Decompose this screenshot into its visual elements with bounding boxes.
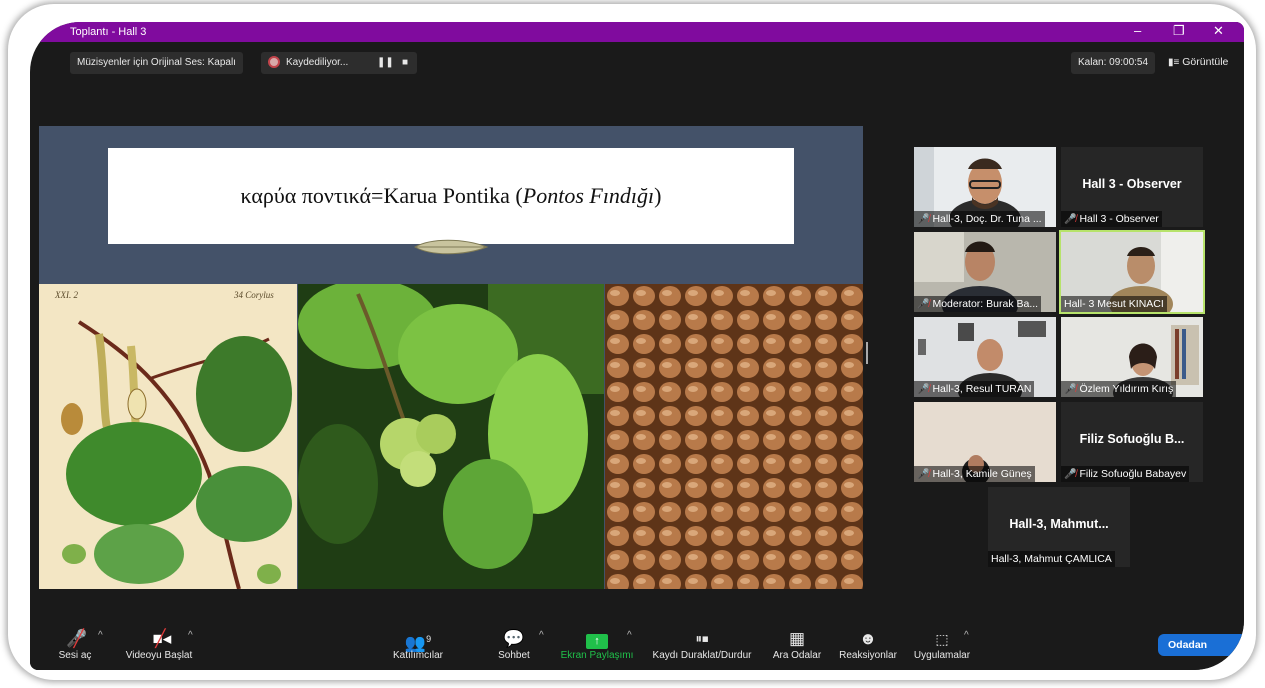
time-left-label: Kalan: 09:00:54 [1071, 52, 1156, 74]
leaf-ornament [413, 239, 489, 255]
chat-button[interactable]: 💬 Sohbet [491, 628, 537, 661]
breakout-rooms-icon: ▦ [788, 629, 806, 648]
plate-number: XXI. 2 [54, 290, 78, 300]
share-screen-label: Ekran Paylaşımı [560, 650, 634, 661]
slide-title-italic: Pontos Fındığı [522, 183, 655, 208]
participant-tile[interactable]: Hall-3, Mahmut... Hall-3, Mahmut ÇAMLICA [988, 487, 1130, 567]
shared-screen-slide: καρύα ποντικά=Karua Pontika (Pontos Fınd… [39, 126, 863, 589]
participant-tile-active-speaker[interactable]: Hall- 3 Mesut KINACI [1061, 232, 1203, 312]
participants-button[interactable]: 👥9 Katılımcılar [385, 628, 451, 661]
participant-tile[interactable]: Hall 3 - Observer 🎤̸ Hall 3 - Observer [1061, 147, 1203, 227]
split-resize-handle[interactable] [866, 342, 868, 364]
participant-tile[interactable]: 🎤̸ Moderator: Burak Ba... [914, 232, 1056, 312]
view-icon: ▮≡ [1168, 57, 1180, 68]
breakout-rooms-button[interactable]: ▦ Ara Odalar [770, 628, 824, 661]
mic-muted-icon: 🎤̸ [917, 214, 930, 225]
pause-stop-recording-label: Kaydı Duraklat/Durdur [652, 650, 752, 661]
slide-title-end: ) [654, 183, 662, 208]
video-options-caret-icon[interactable]: ^ [188, 630, 193, 641]
mic-muted-icon: 🎤̸ [1064, 469, 1077, 480]
participant-name: Hall- 3 Mesut KINACI [1064, 298, 1164, 310]
hazelnuts-pattern [605, 284, 863, 589]
reactions-label: Reaksiyonlar [839, 650, 897, 661]
share-screen-button[interactable]: ↑ Ekran Paylaşımı [558, 628, 636, 661]
participant-name: Hall 3 - Observer [1079, 213, 1159, 225]
chat-label: Sohbet [498, 650, 530, 661]
slide-title-box: καρύα ποντικά=Karua Pontika (Pontos Fınd… [108, 148, 794, 244]
pause-stop-recording-button[interactable]: ⏸⏹ Kaydı Duraklat/Durdur [646, 628, 758, 661]
mic-muted-icon: 🎤̸ [917, 299, 930, 310]
participant-name: Hall-3, Mahmut ÇAMLICA [991, 553, 1112, 565]
participant-tile[interactable]: 🎤̸ Hall-3, Doç. Dr. Tuna ... [914, 147, 1056, 227]
slide-title: καρύα ποντικά=Karua Pontika (Pontos Fınd… [108, 183, 794, 209]
share-screen-icon: ↑ [558, 628, 636, 650]
branch-photo-drawing [298, 284, 604, 589]
pause-stop-recording-icon: ⏸⏹ [695, 631, 709, 646]
window-title: Toplantı - Hall 3 [70, 26, 147, 38]
participant-tile[interactable]: Filiz Sofuoğlu B... 🎤̸ Filiz Sofuoğlu Bab… [1061, 402, 1203, 482]
participants-label: Katılımcılar [392, 650, 443, 661]
mic-muted-icon: 🎤̸ [1064, 384, 1077, 395]
hazelnuts-photo [605, 284, 863, 589]
unmute-button[interactable]: 🎤╱ Sesi aç [52, 628, 98, 661]
participant-name: Hall-3, Kamile Güneş [932, 468, 1032, 480]
participant-display-name: Hall 3 - Observer [1082, 177, 1182, 191]
chat-options-caret-icon[interactable]: ^ [539, 630, 544, 641]
participants-count: 9 [426, 634, 432, 644]
title-bar: Toplantı - Hall 3 – ❐ ✕ [30, 22, 1244, 42]
meeting-toolbar: 🎤╱ Sesi aç ^ ■◂╱ Videoyu Başlat ^ 👥9 Kat… [30, 616, 1244, 670]
participant-tile[interactable]: 🎤̸ Hall-3, Resul TURAN [914, 317, 1056, 397]
zoom-window: Toplantı - Hall 3 – ❐ ✕ Müzisyenler için… [30, 22, 1244, 670]
participants-icon: 👥9 [404, 633, 432, 653]
hazel-botanical-illustration: XXI. 2 34 Corylus [39, 284, 297, 589]
participant-tile[interactable]: 🎤̸ Özlem Yıldırım Kırış [1061, 317, 1203, 397]
participant-name: Özlem Yıldırım Kırış [1079, 383, 1174, 395]
stop-recording-icon[interactable]: ■ [402, 52, 408, 74]
original-sound-button[interactable]: Müzisyenler için Orijinal Ses: Kapalı [70, 52, 243, 74]
leave-button[interactable]: Odadan [1158, 634, 1244, 656]
audio-options-caret-icon[interactable]: ^ [98, 630, 103, 641]
recording-dot-icon [268, 56, 280, 69]
participant-display-name: Filiz Sofuoğlu B... [1079, 432, 1185, 446]
hazel-branch-photo [298, 284, 604, 589]
unmute-label: Sesi aç [58, 650, 92, 661]
restore-button[interactable]: ❐ [1173, 23, 1185, 39]
minimize-button[interactable]: – [1134, 23, 1141, 38]
apps-options-caret-icon[interactable]: ^ [964, 630, 969, 641]
participant-name: Hall-3, Doç. Dr. Tuna ... [932, 213, 1042, 225]
mic-muted-icon: 🎤̸ [1064, 214, 1077, 225]
start-video-label: Videoyu Başlat [125, 650, 193, 661]
view-button[interactable]: ▮≡ Görüntüle [1168, 56, 1228, 68]
recording-label: Kaydediliyor... [286, 57, 349, 68]
recording-status: Kaydediliyor... ❚❚ ■ [261, 52, 417, 74]
mic-muted-icon: 🎤̸ [917, 384, 930, 395]
slide-title-main: καρύα ποντικά=Karua Pontika ( [240, 183, 523, 208]
participant-tile[interactable]: 🎤̸ Hall-3, Kamile Güneş [914, 402, 1056, 482]
reactions-icon: ☻ [859, 629, 877, 648]
participant-name: Filiz Sofuoğlu Babayev [1079, 468, 1187, 480]
participant-name: Hall-3, Resul TURAN [932, 383, 1032, 395]
pause-recording-icon[interactable]: ❚❚ [377, 52, 394, 74]
chat-icon: 💬 [503, 629, 525, 648]
breakout-rooms-label: Ara Odalar [772, 650, 822, 661]
participant-display-name: Hall-3, Mahmut... [1009, 517, 1109, 531]
view-label: Görüntüle [1182, 56, 1229, 68]
mic-muted-icon: 🎤╱ [66, 629, 88, 648]
botanical-drawing: XXI. 2 34 Corylus [39, 284, 297, 589]
screenshot-frame: Toplantı - Hall 3 – ❐ ✕ Müzisyenler için… [8, 4, 1256, 680]
close-button[interactable]: ✕ [1213, 23, 1224, 39]
reactions-button[interactable]: ☻ Reaksiyonlar [836, 628, 900, 661]
apps-label: Uygulamalar [913, 650, 971, 661]
plate-genus: 34 Corylus [233, 290, 274, 300]
share-options-caret-icon[interactable]: ^ [627, 630, 632, 641]
mic-muted-icon: 🎤̸ [917, 469, 930, 480]
participant-name: Moderator: Burak Ba... [932, 298, 1039, 310]
